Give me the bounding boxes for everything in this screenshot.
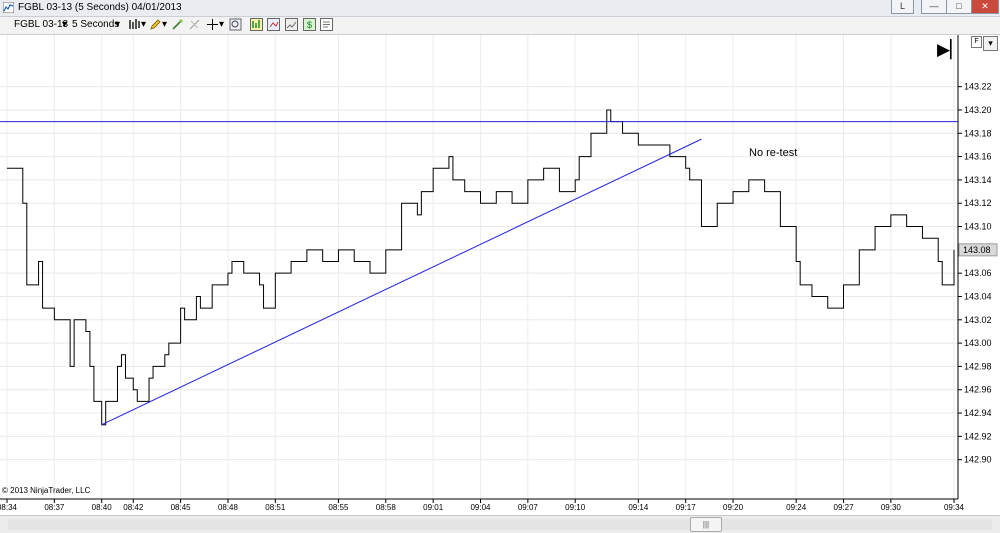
instrument-selector[interactable]: FGBL 03-13 <box>14 19 68 30</box>
current-price-label: 143.08 <box>963 245 991 255</box>
x-tick-label: 09:07 <box>518 503 539 512</box>
y-tick-label: 143.22 <box>964 82 992 92</box>
x-tick-label: 08:48 <box>218 503 239 512</box>
scrollbar-track[interactable] <box>8 519 992 530</box>
y-tick-label: 142.94 <box>964 408 992 418</box>
no-retest-annotation: No re-test <box>749 147 797 159</box>
zoom-icon[interactable] <box>229 18 242 31</box>
window-title: FGBL 03-13 (5 Seconds) 04/01/2013 <box>18 2 182 13</box>
bar-type-icon[interactable] <box>128 18 141 31</box>
y-tick-label: 143.02 <box>964 315 992 325</box>
interval-dropdown-icon[interactable]: ▾ <box>115 19 120 30</box>
x-tick-label: 09:10 <box>565 503 586 512</box>
pencil-icon[interactable] <box>149 18 162 31</box>
window-title-bar: FGBL 03-13 (5 Seconds) 04/01/2013 L — □ … <box>0 0 1000 17</box>
y-tick-label: 143.16 <box>964 152 992 162</box>
x-tick-label: 08:45 <box>171 503 192 512</box>
drawing-dropdown-icon[interactable]: ▾ <box>162 19 167 30</box>
chart-trader-icon[interactable]: $ <box>303 18 316 31</box>
y-tick-label: 142.90 <box>964 455 992 465</box>
x-tick-label: 08:51 <box>265 503 286 512</box>
clear-drawings-icon[interactable] <box>188 18 201 31</box>
indicators-icon[interactable] <box>250 18 263 31</box>
y-tick-label: 143.06 <box>964 268 992 278</box>
x-tick-label: 08:42 <box>123 503 144 512</box>
properties-icon[interactable] <box>320 18 333 31</box>
x-tick-label: 08:40 <box>92 503 113 512</box>
x-tick-label: 09:01 <box>423 503 444 512</box>
x-tick-label: 09:20 <box>723 503 744 512</box>
scroll-to-end-icon[interactable]: ▶▏ <box>937 39 963 60</box>
x-tick-label: 09:14 <box>628 503 649 512</box>
x-tick-label: 09:27 <box>834 503 855 512</box>
crosshair-icon[interactable] <box>206 18 219 31</box>
y-tick-label: 143.12 <box>964 198 992 208</box>
y-tick-label: 143.04 <box>964 291 992 301</box>
price-chart[interactable]: 143.22 143.20 143.18 143.16 143.14 143.12 143.… <box>0 35 1000 515</box>
y-tick-label: 143.18 <box>964 128 992 138</box>
chevron-down-icon: ▾ <box>988 38 993 48</box>
bar-type-dropdown-icon[interactable]: ▾ <box>141 19 146 30</box>
x-tick-label: 08:37 <box>44 503 65 512</box>
maximize-button[interactable]: □ <box>946 0 972 14</box>
interval-selector[interactable]: 5 Seconds <box>72 19 119 30</box>
magic-wand-icon[interactable] <box>171 18 184 31</box>
y-tick-label: 143.14 <box>964 175 992 185</box>
svg-text:$: $ <box>307 20 312 30</box>
y-tick-label: 142.92 <box>964 431 992 441</box>
horizontal-scrollbar[interactable]: ||| <box>0 515 1000 533</box>
instrument-dropdown-icon[interactable]: ▾ <box>62 19 67 30</box>
y-tick-label: 142.98 <box>964 361 992 371</box>
x-tick-label: 08:34 <box>0 503 18 512</box>
crosshair-dropdown-icon[interactable]: ▾ <box>219 19 224 30</box>
panel-f-button[interactable]: F <box>971 36 982 48</box>
strategies-icon[interactable] <box>267 18 280 31</box>
y-tick-label: 143.10 <box>964 222 992 232</box>
x-tick-label: 08:58 <box>376 503 397 512</box>
close-button[interactable]: ✕ <box>971 0 999 14</box>
help-button[interactable]: L <box>891 0 914 14</box>
x-tick-label: 09:30 <box>881 503 902 512</box>
y-tick-label: 143.00 <box>964 338 992 348</box>
x-tick-label: 09:34 <box>944 503 965 512</box>
templates-icon[interactable] <box>285 18 298 31</box>
x-axis: 08:34 08:37 08:40 08:42 08:45 08:48 08:51 08:55… <box>0 499 965 512</box>
x-tick-label: 09:24 <box>786 503 807 512</box>
copyright-text: © 2013 NinjaTrader, LLC <box>2 486 91 495</box>
panel-menu-button[interactable]: ▾ <box>983 36 998 51</box>
x-tick-label: 09:04 <box>470 503 491 512</box>
minimize-button[interactable]: — <box>921 0 947 14</box>
y-tick-label: 143.20 <box>964 105 992 115</box>
scrollbar-thumb[interactable]: ||| <box>690 517 722 532</box>
current-price-marker: 143.08 <box>958 243 998 257</box>
chart-toolbar: FGBL 03-13 ▾ 5 Seconds ▾ ▾ ▾ ▾ $ <box>0 17 1000 35</box>
y-axis: 143.22 143.20 143.18 143.16 143.14 143.12 143.… <box>958 82 992 465</box>
x-tick-label: 08:55 <box>328 503 349 512</box>
chart-app-icon <box>3 2 14 13</box>
y-tick-label: 142.96 <box>964 385 992 395</box>
x-tick-label: 09:17 <box>676 503 697 512</box>
